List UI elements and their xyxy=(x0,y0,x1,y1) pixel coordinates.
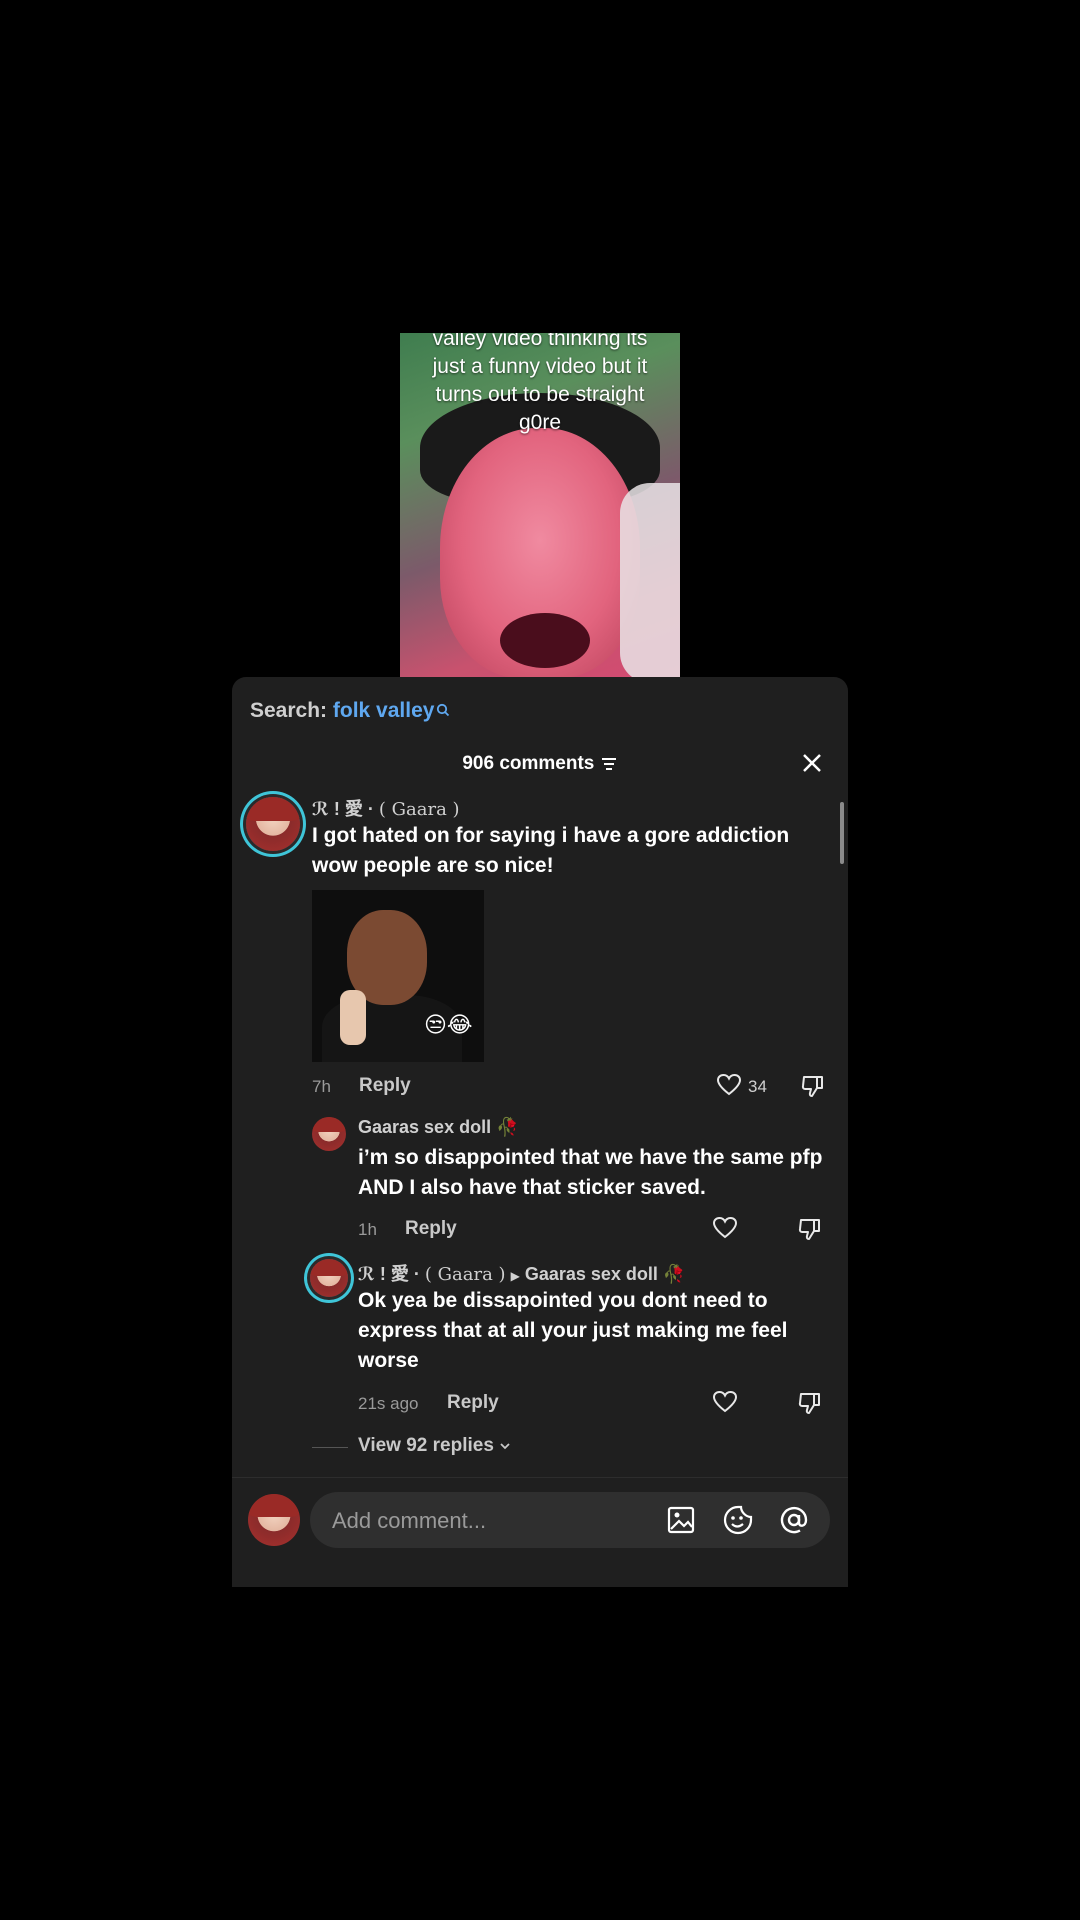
emoji-icon[interactable] xyxy=(722,1504,754,1541)
video-caption: valley video thinking its just a funny v… xyxy=(400,333,680,437)
dislike-icon[interactable] xyxy=(797,1390,823,1421)
video-preview[interactable]: valley video thinking its just a funny v… xyxy=(400,333,680,677)
avatar[interactable] xyxy=(248,1494,300,1546)
username-prefix: ℛ ! 愛 · xyxy=(312,799,379,819)
avatar[interactable] xyxy=(310,1259,348,1297)
comment-sticker-image[interactable]: 😒😂 xyxy=(312,890,484,1062)
heart-icon[interactable] xyxy=(712,1216,738,1245)
mention-icon[interactable] xyxy=(778,1504,810,1541)
username-prefix: ℛ ! 愛 · xyxy=(358,1264,425,1284)
like-count: 34 xyxy=(748,1077,767,1096)
sticker-emoji: 😒😂 xyxy=(424,1012,473,1037)
comment-text: i’m so disappointed that we have the sam… xyxy=(358,1146,823,1199)
comment-username[interactable]: ℛ ! 愛 · ( Gaara ) xyxy=(312,795,460,821)
comment-count-header[interactable]: 906 comments xyxy=(232,753,848,775)
username-main: ( Gaara ) xyxy=(424,1264,506,1285)
comments-sheet: Search: folk valley 906 comments ℛ ! 愛 ·… xyxy=(232,677,848,1587)
caption-line-2: just a funny video but it xyxy=(432,355,648,378)
heart-icon[interactable] xyxy=(716,1073,742,1102)
search-suggestion[interactable]: Search: folk valley xyxy=(250,699,450,723)
comment-input[interactable]: Add comment... xyxy=(310,1492,830,1548)
caption-line-1: valley video thinking its xyxy=(432,333,648,350)
dislike-icon[interactable] xyxy=(797,1216,823,1247)
heart-icon[interactable] xyxy=(712,1390,738,1419)
avatar[interactable] xyxy=(246,797,300,851)
comment-count: 906 comments xyxy=(462,753,595,774)
search-term[interactable]: folk valley xyxy=(333,699,435,722)
view-replies-button[interactable]: View 92 replies xyxy=(358,1435,511,1457)
comment-input-bar: Add comment... xyxy=(232,1477,848,1587)
comment-input-placeholder: Add comment... xyxy=(332,1508,487,1533)
search-icon xyxy=(436,699,450,723)
comment-time: 21s ago xyxy=(358,1394,419,1413)
video-pillow xyxy=(620,483,680,677)
close-icon[interactable] xyxy=(798,749,826,777)
comment-text: I got hated on for saying i have a gore … xyxy=(312,824,790,877)
filter-icon[interactable] xyxy=(600,753,618,774)
avatar[interactable] xyxy=(312,1117,346,1151)
reply-to-username[interactable]: Gaaras sex doll 🥀 xyxy=(525,1264,686,1284)
chevron-down-icon xyxy=(499,1435,511,1456)
image-icon[interactable] xyxy=(666,1505,696,1540)
comment-username[interactable]: ℛ ! 愛 · ( Gaara ) ▶ Gaaras sex doll 🥀 xyxy=(358,1260,685,1286)
comment-time: 7h xyxy=(312,1077,331,1096)
comment-username[interactable]: Gaaras sex doll 🥀 xyxy=(358,1117,519,1138)
dislike-icon[interactable] xyxy=(800,1073,826,1104)
caption-line-4: g0re xyxy=(518,411,562,434)
comment-time: 1h xyxy=(358,1220,377,1239)
scrollbar[interactable] xyxy=(840,802,844,864)
divider xyxy=(312,1447,348,1448)
reply-button[interactable]: Reply xyxy=(405,1218,457,1240)
reply-button[interactable]: Reply xyxy=(447,1392,499,1414)
view-replies-label: View 92 replies xyxy=(358,1435,494,1456)
comment-text: Ok yea be dissapointed you dont need to … xyxy=(358,1289,788,1372)
reply-arrow-icon: ▶ xyxy=(510,1269,520,1283)
search-label: Search: xyxy=(250,699,328,722)
username-main: ( Gaara ) xyxy=(378,799,460,820)
video-mouth xyxy=(500,613,590,668)
caption-line-3: turns out to be straight xyxy=(435,383,645,406)
reply-button[interactable]: Reply xyxy=(359,1075,411,1097)
